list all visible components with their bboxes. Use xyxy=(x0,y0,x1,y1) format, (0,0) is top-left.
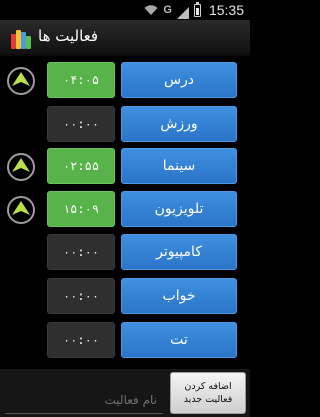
alarm-button[interactable] xyxy=(6,195,36,225)
page-title: فعالیت ها xyxy=(38,27,99,45)
activity-row: ۱۵:۰۹ تلویزیون xyxy=(0,189,250,229)
activity-row: ۰۰:۰۰ خواب xyxy=(0,276,250,316)
activity-list[interactable]: ۰۴:۰۵ درس ۰۰:۰۰ ورزش ۰۲:۵۵ سینما ۱۵:۰۹ ت… xyxy=(0,56,250,369)
alarm-arrow-icon xyxy=(7,153,35,181)
status-bar: G 15:35 xyxy=(0,0,250,20)
add-button-label-line2: فعالیت جدید xyxy=(183,394,233,405)
add-button-label-line1: اضافه کردن xyxy=(184,381,232,392)
activity-row: ۰۴:۰۵ درس xyxy=(0,60,250,100)
activity-name-button[interactable]: تت xyxy=(121,322,237,358)
time-display[interactable]: ۱۵:۰۹ xyxy=(47,191,115,227)
time-display[interactable]: ۰۰:۰۰ xyxy=(47,106,115,142)
alarm-button[interactable] xyxy=(6,152,36,182)
time-display[interactable]: ۰۰:۰۰ xyxy=(47,322,115,358)
status-time: 15:35 xyxy=(208,2,244,18)
add-activity-button[interactable]: اضافه کردن فعالیت جدید xyxy=(170,372,246,414)
time-display[interactable]: ۰۰:۰۰ xyxy=(47,234,115,270)
activity-name-button[interactable]: ورزش xyxy=(121,106,237,142)
action-bar: فعالیت ها xyxy=(0,20,250,56)
activity-row: ۰۲:۵۵ سینما xyxy=(0,146,250,186)
activity-name-button[interactable]: خواب xyxy=(121,278,237,314)
activity-name-button[interactable]: تلویزیون xyxy=(121,191,237,227)
network-type: G xyxy=(163,4,172,16)
activity-name-input[interactable] xyxy=(5,372,163,414)
alarm-arrow-icon xyxy=(7,196,35,224)
activity-name-button[interactable]: درس xyxy=(121,62,237,98)
alarm-arrow-icon xyxy=(7,67,35,95)
activity-row: ۰۰:۰۰ کامپیوتر xyxy=(0,232,250,272)
activity-row: ۰۰:۰۰ ورزش xyxy=(0,104,250,144)
app-logo-icon xyxy=(10,26,32,50)
activity-name-button[interactable]: کامپیوتر xyxy=(121,234,237,270)
activity-row: ۰۰:۰۰ تت xyxy=(0,320,250,360)
signal-icon xyxy=(176,4,189,19)
alarm-button[interactable] xyxy=(6,66,36,96)
time-display[interactable]: ۰۲:۵۵ xyxy=(47,148,115,184)
time-display[interactable]: ۰۰:۰۰ xyxy=(47,278,115,314)
bottom-bar: اضافه کردن فعالیت جدید xyxy=(0,369,250,417)
activity-name-button[interactable]: سینما xyxy=(121,148,237,184)
time-display[interactable]: ۰۴:۰۵ xyxy=(47,62,115,98)
battery-icon xyxy=(193,1,201,17)
wifi-icon xyxy=(144,4,158,16)
